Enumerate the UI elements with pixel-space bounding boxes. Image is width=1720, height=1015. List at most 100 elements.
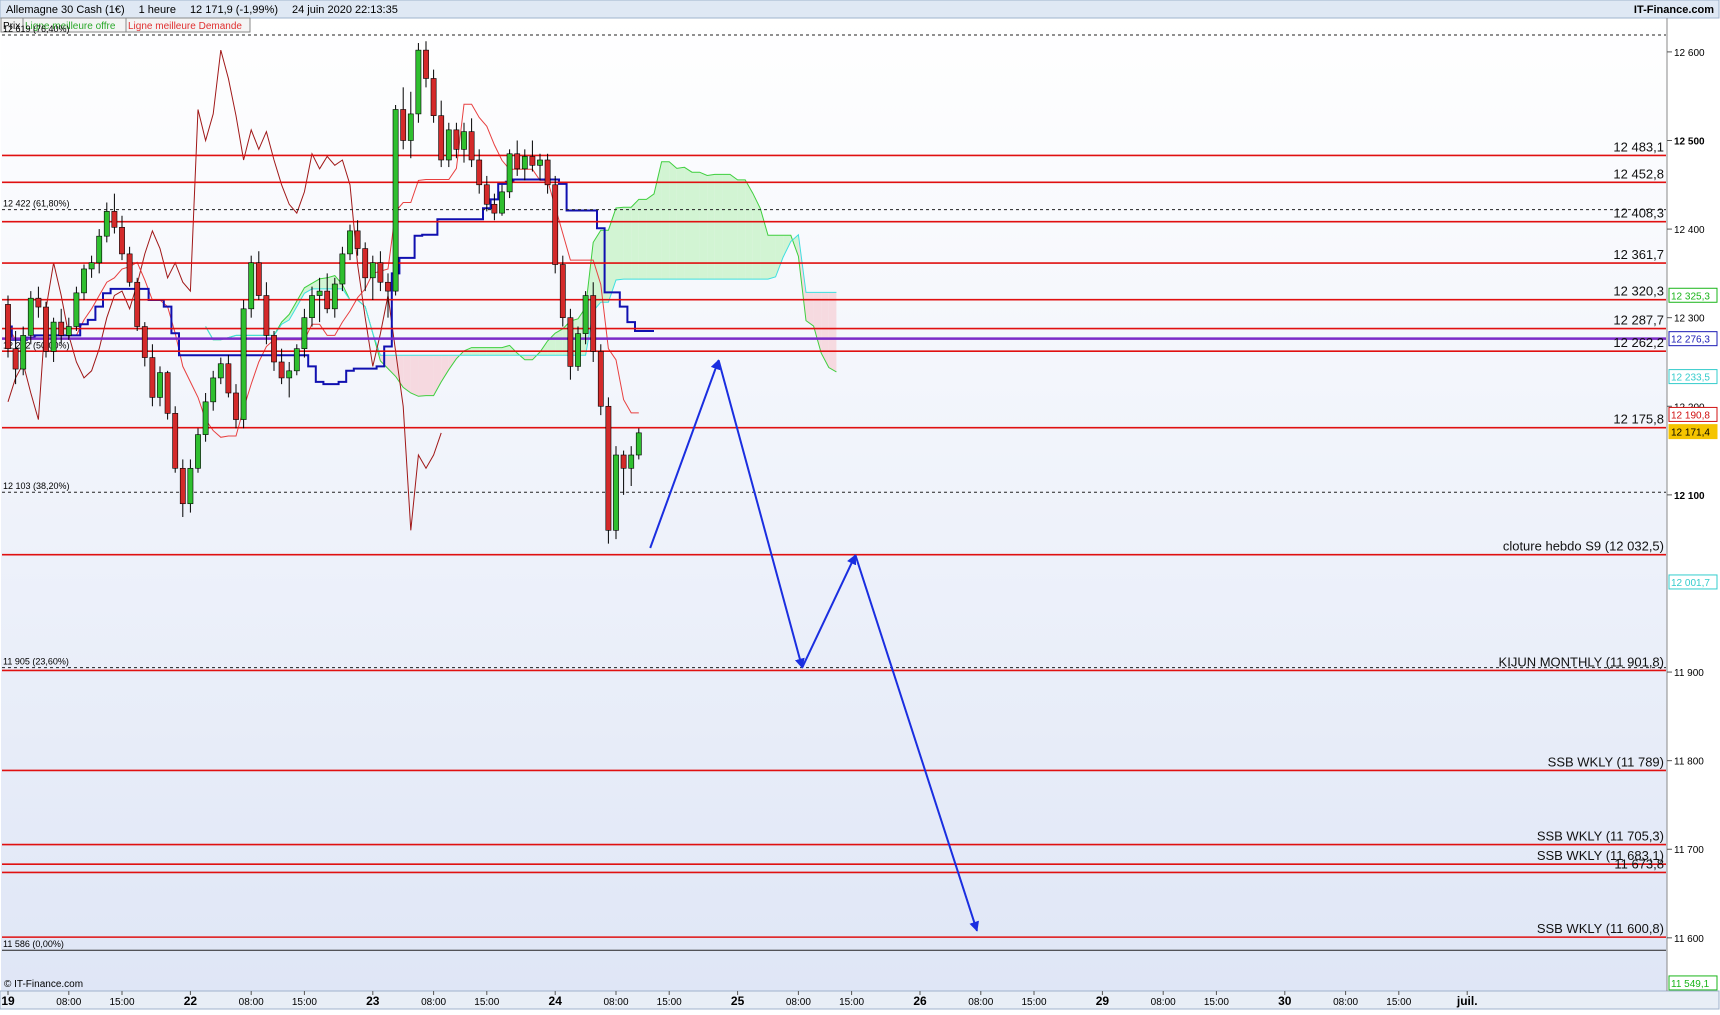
candle-body (407, 113, 414, 141)
x-tick-label: 15:00 (109, 997, 134, 1008)
candle-body (179, 467, 186, 505)
x-tick-label: juil. (1456, 994, 1478, 1008)
candle-body (271, 335, 277, 363)
candle-body (491, 203, 498, 214)
candle-body (187, 467, 194, 505)
candle-body (613, 454, 619, 531)
price-chart[interactable]: Allemagne 30 Cash (1€) 1 heure 12 171,9 (-… (0, 0, 1720, 1010)
candle-body (202, 401, 209, 435)
cloud-segment (524, 355, 533, 360)
y-tick-label: 11 900 (1674, 668, 1704, 679)
candle-body (111, 211, 118, 228)
fibonacci-label: 11 586 (0,00%) (3, 939, 64, 949)
candle-body (126, 253, 133, 283)
candle-body (605, 405, 612, 531)
candle-body (453, 129, 460, 150)
y-tick-label: 12 100 (1674, 491, 1705, 502)
level-label: 12 361,7 (1613, 247, 1664, 262)
price-badge-label: 12 325,3 (1671, 291, 1710, 302)
cloud-segment (638, 199, 647, 280)
x-tick-label: 15:00 (839, 997, 864, 1008)
candle-body (400, 109, 407, 141)
x-tick-label: 23 (366, 994, 380, 1008)
cloud-segment (646, 193, 654, 280)
candle-body (20, 335, 27, 370)
candle-body (552, 184, 559, 265)
candle-body (324, 290, 331, 310)
x-tick-label: 19 (1, 994, 15, 1008)
candle-body (50, 321, 57, 352)
level-label: 12 287,7 (1613, 313, 1664, 328)
candle-body (620, 454, 627, 469)
candle-body (461, 131, 467, 150)
x-tick-label: 08:00 (239, 997, 264, 1008)
price-badge-label: 12 001,7 (1671, 578, 1710, 589)
candle-body (316, 290, 323, 296)
candle-body (385, 281, 391, 292)
candle-body (575, 333, 581, 367)
candle-body (559, 264, 566, 318)
x-tick-label: 25 (731, 994, 745, 1008)
candle-body (514, 153, 521, 170)
candle-body (240, 308, 247, 420)
candle-body (582, 295, 589, 334)
x-tick-label: 29 (1096, 994, 1110, 1008)
fibonacci-label: 12 103 (38,20%) (3, 481, 70, 491)
candle-body (88, 262, 95, 270)
candle-body (172, 413, 179, 469)
candle-body (301, 317, 308, 349)
y-tick-label: 11 700 (1674, 845, 1704, 856)
plot-background (1, 18, 1667, 992)
candle-body (195, 434, 201, 469)
candle-body (157, 372, 163, 398)
candle-body (12, 348, 19, 370)
cloud-segment (828, 292, 837, 372)
level-label: 12 408,3 (1613, 206, 1664, 221)
level-label: KIJUN MONTHLY (11 901,8) (1499, 654, 1664, 669)
candle-body (597, 351, 604, 407)
candle-body (392, 109, 399, 292)
cloud-segment (319, 277, 328, 289)
cloud-segment (410, 355, 419, 397)
x-tick-label: 15:00 (1386, 997, 1411, 1008)
candle-body (119, 227, 125, 255)
cloud-segment (669, 161, 677, 280)
x-tick-label: 15:00 (292, 997, 317, 1008)
level-label: SSB WKLY (11 705,3) (1537, 829, 1664, 844)
chart-title: Allemagne 30 Cash (1€) 1 heure 12 171,9 (-… (6, 4, 398, 16)
cloud-segment (623, 207, 632, 280)
price-badge-label: 12 171,4 (1671, 428, 1710, 439)
x-tick-label: 08:00 (56, 997, 81, 1008)
candle-body (438, 115, 445, 161)
x-tick-label: 30 (1278, 994, 1292, 1008)
candle-body (347, 230, 353, 255)
level-label: 12 483,1 (1613, 139, 1664, 154)
x-tick-label: 08:00 (1151, 997, 1176, 1008)
candle-body (164, 372, 171, 414)
fibonacci-label: 11 905 (23,60%) (3, 657, 69, 667)
candle-body (309, 295, 315, 318)
cloud-segment (418, 355, 426, 397)
candle-body (149, 357, 156, 398)
candle-body (278, 361, 285, 379)
candle-body (263, 295, 270, 336)
candle-body (248, 262, 255, 310)
price-badge-label: 12 276,3 (1671, 335, 1710, 346)
level-label: 12 175,8 (1613, 412, 1664, 427)
cloud-segment (403, 355, 411, 393)
level-label: cloture hebdo S9 (12 032,5) (1503, 539, 1664, 554)
candle-body (499, 191, 505, 214)
level-label: 11 673,8 (1614, 856, 1664, 871)
candle-body (5, 304, 11, 349)
candle-body (233, 392, 239, 420)
candle-body (58, 321, 65, 336)
candle-body (415, 49, 422, 115)
x-tick-label: 26 (913, 994, 927, 1008)
candle-body (73, 292, 80, 327)
x-tick-label: 15:00 (1204, 997, 1229, 1008)
y-tick-label: 12 500 (1674, 136, 1705, 147)
candle-body (103, 211, 110, 237)
price-badge-label: 12 233,5 (1671, 373, 1710, 384)
candle-body (65, 326, 72, 336)
candle-body (506, 153, 513, 193)
